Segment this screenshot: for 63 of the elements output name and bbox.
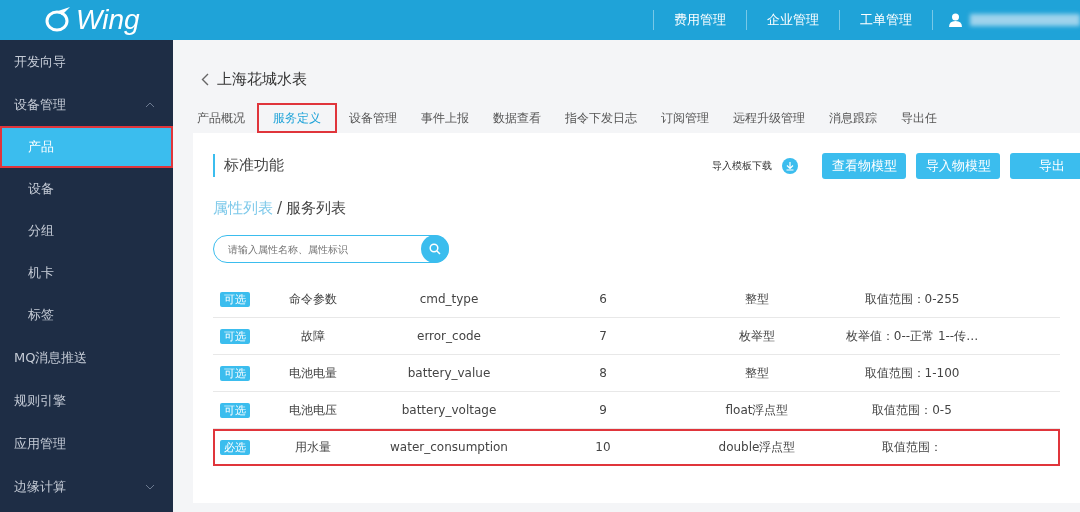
table-cell-text: 命令参数 [288,291,338,308]
logo-icon [44,7,70,33]
sidebar-item-label: 设备管理 [14,95,66,114]
table-cell-text: water_consumption [389,439,509,456]
list-tab[interactable]: 服务列表 [286,198,347,217]
sidebar-item-label: 边缘计算 [14,477,66,496]
sidebar-item[interactable]: 标签 [0,294,173,336]
table-cell-text: 7 [598,328,608,345]
table-cell-text: 枚举型 [738,328,776,345]
table-cell-text: double浮点型 [717,439,797,456]
separator-text: / [277,198,283,217]
sidebar-item[interactable]: 应用管理 [0,422,173,465]
tag: 可选 [220,402,250,418]
tab[interactable]: 数据查看 [481,102,553,133]
table-cell-text: 6 [598,291,608,308]
table-cell-text: 整型 [744,365,770,382]
logo-text: Wing [76,3,140,37]
table-cell-text: float浮点型 [724,402,790,419]
sidebar-item[interactable]: 分组 [0,210,173,252]
tab[interactable]: 导出任 [889,102,949,133]
sidebar-item[interactable]: 规则引擎 [0,379,173,422]
tab[interactable]: 远程升级管理 [721,102,817,133]
table-cell-text: 枚举值：0--正常 1--传… [844,328,980,345]
table-cell-text: battery_voltage [400,402,498,419]
search-button[interactable] [421,235,449,263]
chevron-down-icon [145,483,155,490]
table-cell-text: 取值范围：0-255 [863,291,961,308]
sidebar-item[interactable]: 设备 [0,168,173,210]
table-cell-text: battery_value [406,365,492,382]
tag: 可选 [220,365,250,381]
table-cell-text: 整型 [744,291,770,308]
table-cell-text: 用水量 [294,439,332,456]
table-cell-text: 故障 [300,328,326,345]
tab[interactable]: 产品概况 [185,102,257,133]
tab[interactable]: 指令下发日志 [553,102,649,133]
back-icon[interactable] [201,72,209,86]
table-cell-text: 电池电量 [288,365,338,382]
user-icon[interactable] [949,13,962,27]
table-cell-text: error_code [416,328,482,345]
template-download-link[interactable]: 导入模板下载 [712,158,772,173]
tab[interactable]: 事件上报 [409,102,481,133]
tab[interactable]: 订阅管理 [649,102,721,133]
download-icon[interactable] [782,157,798,174]
tag: 必选 [220,439,250,455]
page-title: 上海花城水表 [217,69,307,90]
table-cell-text: 10 [594,439,612,456]
table-cell-text: 取值范围：1-100 [863,365,961,382]
sidebar-item[interactable]: MQ消息推送 [0,336,173,379]
search-icon [429,243,441,255]
tag: 可选 [220,328,250,344]
tab[interactable]: 消息跟踪 [817,102,889,133]
sidebar-item[interactable]: 开发向导 [0,40,173,83]
table-cell-text: 电池电压 [288,402,338,419]
table-cell-text: cmd_type [418,291,480,308]
table-cell-text: 取值范围：0-5 [871,402,953,419]
table-cell-text: 取值范围： [881,439,943,456]
section-title: 标准功能 [213,154,284,177]
sidebar-item[interactable]: 机卡 [0,252,173,294]
chevron-up-icon [145,101,155,108]
table-cell-text: 9 [598,402,608,419]
tab[interactable]: 设备管理 [337,102,409,133]
tag: 可选 [220,291,250,307]
table-cell-text: 8 [598,365,608,382]
